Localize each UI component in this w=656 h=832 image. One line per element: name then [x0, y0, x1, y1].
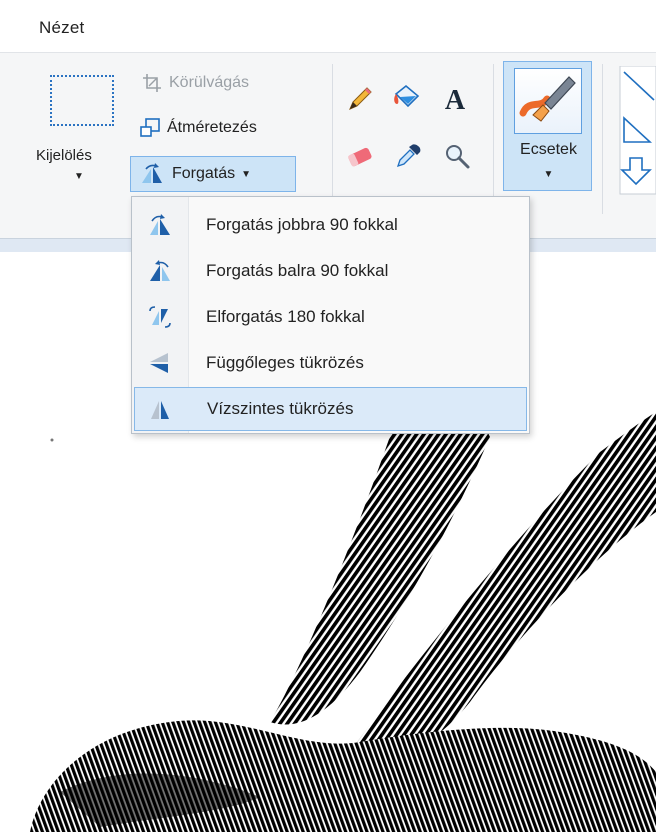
rotate-right-icon [146, 213, 174, 237]
ribbon-separator [602, 64, 603, 214]
menu-item-label: Függőleges tükrözés [206, 353, 364, 372]
pencil-icon [346, 85, 374, 118]
pencil-tool[interactable] [345, 86, 375, 116]
brush-icon [514, 68, 582, 134]
rotate-dropdown-menu: Forgatás jobbra 90 fokkal Forgatás balra… [131, 196, 530, 434]
crop-button[interactable]: Körülvágás [141, 72, 249, 94]
rotate-button[interactable]: Forgatás ▼ [130, 156, 296, 192]
chevron-down-icon: ▼ [241, 168, 252, 180]
menu-item-rotate-180[interactable]: Elforgatás 180 fokkal [134, 295, 527, 339]
rotate-icon [140, 163, 166, 185]
menu-item-label: Elforgatás 180 fokkal [206, 307, 365, 326]
resize-label: Átméretezés [167, 119, 257, 136]
magnifier-tool[interactable] [442, 143, 472, 173]
rotate-180-icon [146, 305, 174, 329]
color-picker-tool[interactable] [393, 143, 423, 173]
paint-window: Nézet Kijelölés ▼ Körülvágás Átméretezés… [0, 0, 656, 832]
brushes-label: Ecsetek [520, 141, 577, 158]
ribbon-separator [493, 64, 494, 214]
shapes-gallery[interactable] [606, 65, 656, 196]
chevron-down-icon[interactable]: ▼ [74, 171, 84, 182]
menu-item-rotate-right-90[interactable]: Forgatás jobbra 90 fokkal [134, 203, 527, 247]
menu-item-flip-horizontal[interactable]: Vízszintes tükrözés [134, 387, 527, 431]
chevron-down-icon: ▼ [543, 169, 554, 180]
resize-icon [139, 117, 161, 139]
menu-item-flip-vertical[interactable]: Függőleges tükrözés [134, 341, 527, 385]
text-tool[interactable]: A [440, 85, 470, 116]
eraser-tool[interactable] [345, 145, 375, 175]
menu-bar: Nézet [0, 0, 656, 52]
eyedropper-icon [394, 142, 422, 175]
crop-icon [141, 72, 163, 94]
ribbon-separator [332, 64, 333, 214]
menu-item-label: Forgatás jobbra 90 fokkal [206, 215, 398, 234]
menu-item-label: Forgatás balra 90 fokkal [206, 261, 389, 280]
tab-view[interactable]: Nézet [39, 18, 84, 38]
flip-horizontal-icon [147, 398, 175, 422]
select-tool-button[interactable] [50, 75, 114, 126]
fill-tool[interactable] [393, 84, 423, 114]
crop-label: Körülvágás [169, 74, 250, 91]
brushes-button[interactable]: Ecsetek ▼ [503, 61, 592, 191]
rotate-left-icon [146, 259, 174, 283]
menu-item-rotate-left-90[interactable]: Forgatás balra 90 fokkal [134, 249, 527, 293]
paint-bucket-icon [392, 82, 424, 117]
eraser-icon [345, 146, 375, 175]
menu-item-label: Vízszintes tükrözés [207, 399, 354, 418]
resize-button[interactable]: Átméretezés [139, 117, 257, 139]
rotate-label: Forgatás [172, 165, 236, 182]
flip-vertical-icon [146, 351, 174, 375]
select-label[interactable]: Kijelölés [36, 147, 92, 164]
magnifier-icon [443, 142, 471, 175]
text-a-icon: A [444, 85, 466, 116]
